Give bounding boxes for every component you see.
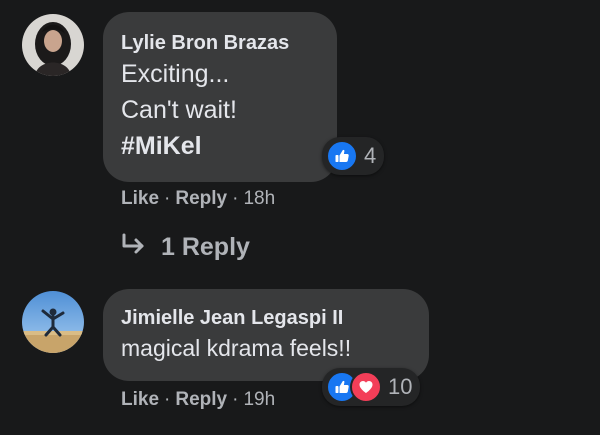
reply-button[interactable]: Reply [175,188,227,210]
replies-label: 1 Reply [161,233,250,261]
comment-author[interactable]: Lylie Bron Brazas [121,30,319,56]
action-separator: · [232,188,239,209]
reaction-count: 10 [388,374,413,399]
love-icon [350,371,382,403]
action-separator: · [164,389,171,410]
reply-button[interactable]: Reply [175,389,227,411]
comment-text-line: Can't wait! [121,96,237,124]
comment-author[interactable]: Jimielle Jean Legaspi II [121,305,411,331]
comment-actions: Like · Reply · 19h [121,389,275,411]
avatar[interactable] [22,14,84,76]
avatar[interactable] [22,291,84,353]
action-separator: · [232,389,239,410]
comment-timestamp[interactable]: 19h [243,389,275,411]
comment-timestamp[interactable]: 18h [243,188,275,210]
view-replies-button[interactable]: 1 Reply [121,233,250,262]
like-button[interactable]: Like [121,188,159,210]
like-icon [326,140,358,172]
comment-actions: Like · Reply · 18h [121,188,275,210]
reaction-count: 4 [364,143,377,168]
reply-arrow-icon [121,233,161,262]
action-separator: · [164,188,171,209]
hashtag-link[interactable]: #MiKel [121,128,319,164]
reaction-summary[interactable]: 4 [322,137,385,175]
comments-section: Lylie Bron Brazas Exciting... Can't wait… [0,0,600,435]
reaction-summary[interactable]: 10 [322,368,421,406]
comment-text-line: magical kdrama feels!! [121,335,352,361]
comment-text-line: Exciting... [121,60,230,88]
like-button[interactable]: Like [121,389,159,411]
comment-bubble: Lylie Bron Brazas Exciting... Can't wait… [103,12,337,182]
